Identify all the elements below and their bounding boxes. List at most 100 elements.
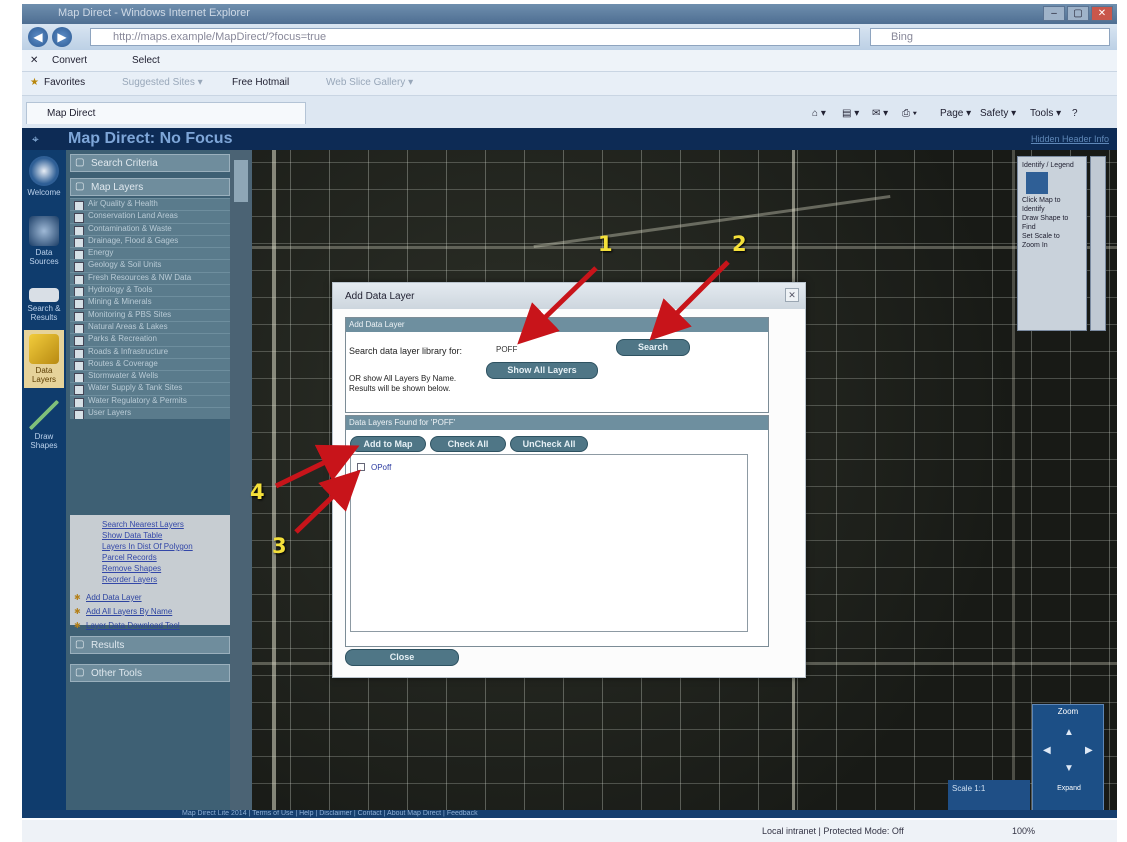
user-layer-link[interactable]: Show Data Table	[70, 530, 236, 541]
layer-item[interactable]: Stormwater & Wells	[70, 370, 236, 383]
layer-item[interactable]: Parks & Recreation	[70, 333, 236, 346]
uncheck-all-button[interactable]: UnCheck All	[510, 436, 588, 452]
back-icon[interactable]: ◀	[28, 27, 48, 47]
user-layer-link[interactable]: Reorder Layers	[70, 574, 236, 585]
tab-map-direct[interactable]: Map Direct	[26, 102, 306, 124]
close-window-button[interactable]: ✕	[1091, 6, 1113, 21]
layer-item[interactable]: Drainage, Flood & Gages	[70, 234, 236, 248]
layer-item[interactable]: Monitoring & PBS Sites	[70, 308, 236, 321]
hotmail-link[interactable]: Free Hotmail	[232, 77, 289, 88]
help-icon[interactable]: ?	[1072, 108, 1078, 119]
home-icon[interactable]: ⌂ ▾	[812, 108, 826, 119]
layer-item[interactable]: Energy	[70, 247, 236, 260]
dialog-title: Add Data Layer ✕	[333, 283, 805, 309]
layer-item[interactable]: Geology & Soil Units	[70, 259, 236, 272]
app-status-strip: Map Direct Lite 2014 | Terms of Use | He…	[22, 810, 1117, 818]
user-layer-link[interactable]: Search Nearest Layers	[70, 519, 236, 530]
layer-item[interactable]: Water Supply & Tank Sites	[70, 382, 236, 395]
section-map-layers[interactable]: Map Layers	[70, 178, 230, 196]
layer-item[interactable]: Mining & Minerals	[70, 296, 236, 309]
layer-item[interactable]: User Layers	[70, 407, 236, 420]
dialog-title-text: Add Data Layer	[345, 291, 415, 302]
forward-icon[interactable]: ▶	[52, 27, 72, 47]
window-title: Map Direct - Windows Internet Explorer	[58, 7, 250, 19]
convert-button[interactable]: Convert	[52, 55, 87, 66]
search-section: Add Data Layer Search data layer library…	[345, 317, 769, 413]
rail-welcome[interactable]: Welcome	[24, 152, 64, 210]
layer-item[interactable]: Fresh Resources & NW Data	[70, 271, 236, 285]
pan-right-icon[interactable]: ▶	[1085, 745, 1093, 756]
section-results[interactable]: Results	[70, 636, 230, 654]
mail-icon[interactable]: ✉ ▾	[872, 108, 888, 119]
tab-row: Map Direct ⌂ ▾ ▤ ▾ ✉ ▾ ⎙ ▾ Page ▾ Safety…	[22, 96, 1117, 128]
callout-number: 3	[272, 534, 287, 558]
pan-left-icon[interactable]: ◀	[1043, 745, 1051, 756]
favorites-button[interactable]: Favorites	[44, 77, 85, 88]
panel-scrollbar[interactable]	[230, 150, 252, 810]
rail-welcome-label: Welcome	[27, 188, 61, 197]
user-layer-link[interactable]: Remove Shapes	[70, 563, 236, 574]
tools-menu[interactable]: Tools ▾	[1030, 108, 1061, 119]
side-panel: Search Criteria Map Layers Air Quality &…	[66, 150, 252, 810]
layer-item[interactable]: Natural Areas & Lakes	[70, 320, 236, 334]
layer-download-link[interactable]: Layer Data Download Tool	[70, 619, 236, 633]
section-search-criteria[interactable]: Search Criteria	[70, 154, 230, 172]
show-all-layers-button[interactable]: Show All Layers	[486, 362, 598, 379]
layer-item[interactable]: Roads & Infrastructure	[70, 345, 236, 358]
layer-item[interactable]: Routes & Coverage	[70, 357, 236, 371]
rail-data-sources[interactable]: Data Sources	[24, 212, 64, 270]
app-title: Map Direct: No Focus	[68, 130, 233, 147]
rail-data-layers-label: Data Layers	[31, 366, 56, 384]
pan-down-icon[interactable]: ▼	[1064, 763, 1074, 774]
select-button[interactable]: Select	[132, 55, 160, 66]
search-input[interactable]: POFF	[496, 345, 536, 357]
address-bar[interactable]: http://maps.example/MapDirect/?focus=tru…	[90, 28, 860, 46]
layer-item[interactable]: Conservation Land Areas	[70, 210, 236, 223]
web-slice-link[interactable]: Web Slice Gallery ▾	[326, 77, 413, 88]
minimize-button[interactable]: –	[1043, 6, 1065, 21]
rail-data-layers[interactable]: Data Layers	[24, 330, 64, 388]
search-box[interactable]: Bing	[870, 28, 1110, 46]
maximize-button[interactable]: ▢	[1067, 6, 1089, 21]
search-button[interactable]: Search	[616, 339, 690, 356]
layer-item[interactable]: Air Quality & Health	[70, 198, 236, 211]
identify-tool-icon[interactable]	[1026, 172, 1048, 194]
suggested-sites-link[interactable]: Suggested Sites ▾	[122, 77, 203, 88]
pan-up-icon[interactable]: ▲	[1064, 727, 1074, 738]
add-to-map-button[interactable]: Add to Map	[350, 436, 426, 452]
map-road	[1012, 150, 1015, 810]
print-icon[interactable]: ⎙ ▾	[902, 108, 917, 119]
icon-rail: Welcome Data Sources Search & Results Da…	[22, 150, 66, 810]
rail-draw[interactable]: Draw Shapes	[24, 396, 64, 454]
section-other-tools[interactable]: Other Tools	[70, 664, 230, 682]
map-navigation-widget[interactable]: Zoom ▲ ◀ ▶ ▼ Expand	[1032, 704, 1104, 812]
add-data-layer-link[interactable]: Add Data Layer	[70, 591, 236, 605]
scroll-thumb[interactable]	[234, 160, 248, 202]
close-button[interactable]: Close	[345, 649, 459, 666]
add-layers-by-name-link[interactable]: Add All Layers By Name	[70, 605, 236, 619]
check-all-button[interactable]: Check All	[430, 436, 506, 452]
header-link[interactable]: Hidden Header Info	[1031, 134, 1109, 144]
close-tab-icon[interactable]: ✕	[30, 55, 38, 66]
compass-icon	[29, 156, 59, 186]
results-section-header: Data Layers Found for 'POFF'	[346, 416, 768, 430]
result-item[interactable]: OPoff	[357, 463, 391, 472]
result-item-label: OPoff	[371, 463, 392, 472]
result-checkbox[interactable]	[357, 463, 365, 471]
expand-control[interactable]: Expand	[1035, 785, 1103, 792]
safety-menu[interactable]: Safety ▾	[980, 108, 1016, 119]
legend-line: Set Scale to	[1022, 233, 1060, 240]
layer-item[interactable]: Water Regulatory & Permits	[70, 394, 236, 408]
close-icon[interactable]: ✕	[785, 288, 799, 302]
legend-line: Draw Shape to	[1022, 215, 1069, 222]
zoom-level[interactable]: 100%	[1012, 826, 1035, 836]
feeds-icon[interactable]: ▤ ▾	[842, 108, 859, 119]
tab-label: Map Direct	[47, 108, 96, 119]
rail-search[interactable]: Search & Results	[24, 278, 64, 336]
user-layer-link[interactable]: Parcel Records	[70, 552, 236, 563]
layer-item[interactable]: Contamination & Waste	[70, 222, 236, 235]
map-tool-strip[interactable]	[1090, 156, 1106, 331]
user-layer-link[interactable]: Layers In Dist Of Polygon	[70, 541, 236, 552]
page-menu[interactable]: Page ▾	[940, 108, 971, 119]
layer-item[interactable]: Hydrology & Tools	[70, 284, 236, 297]
